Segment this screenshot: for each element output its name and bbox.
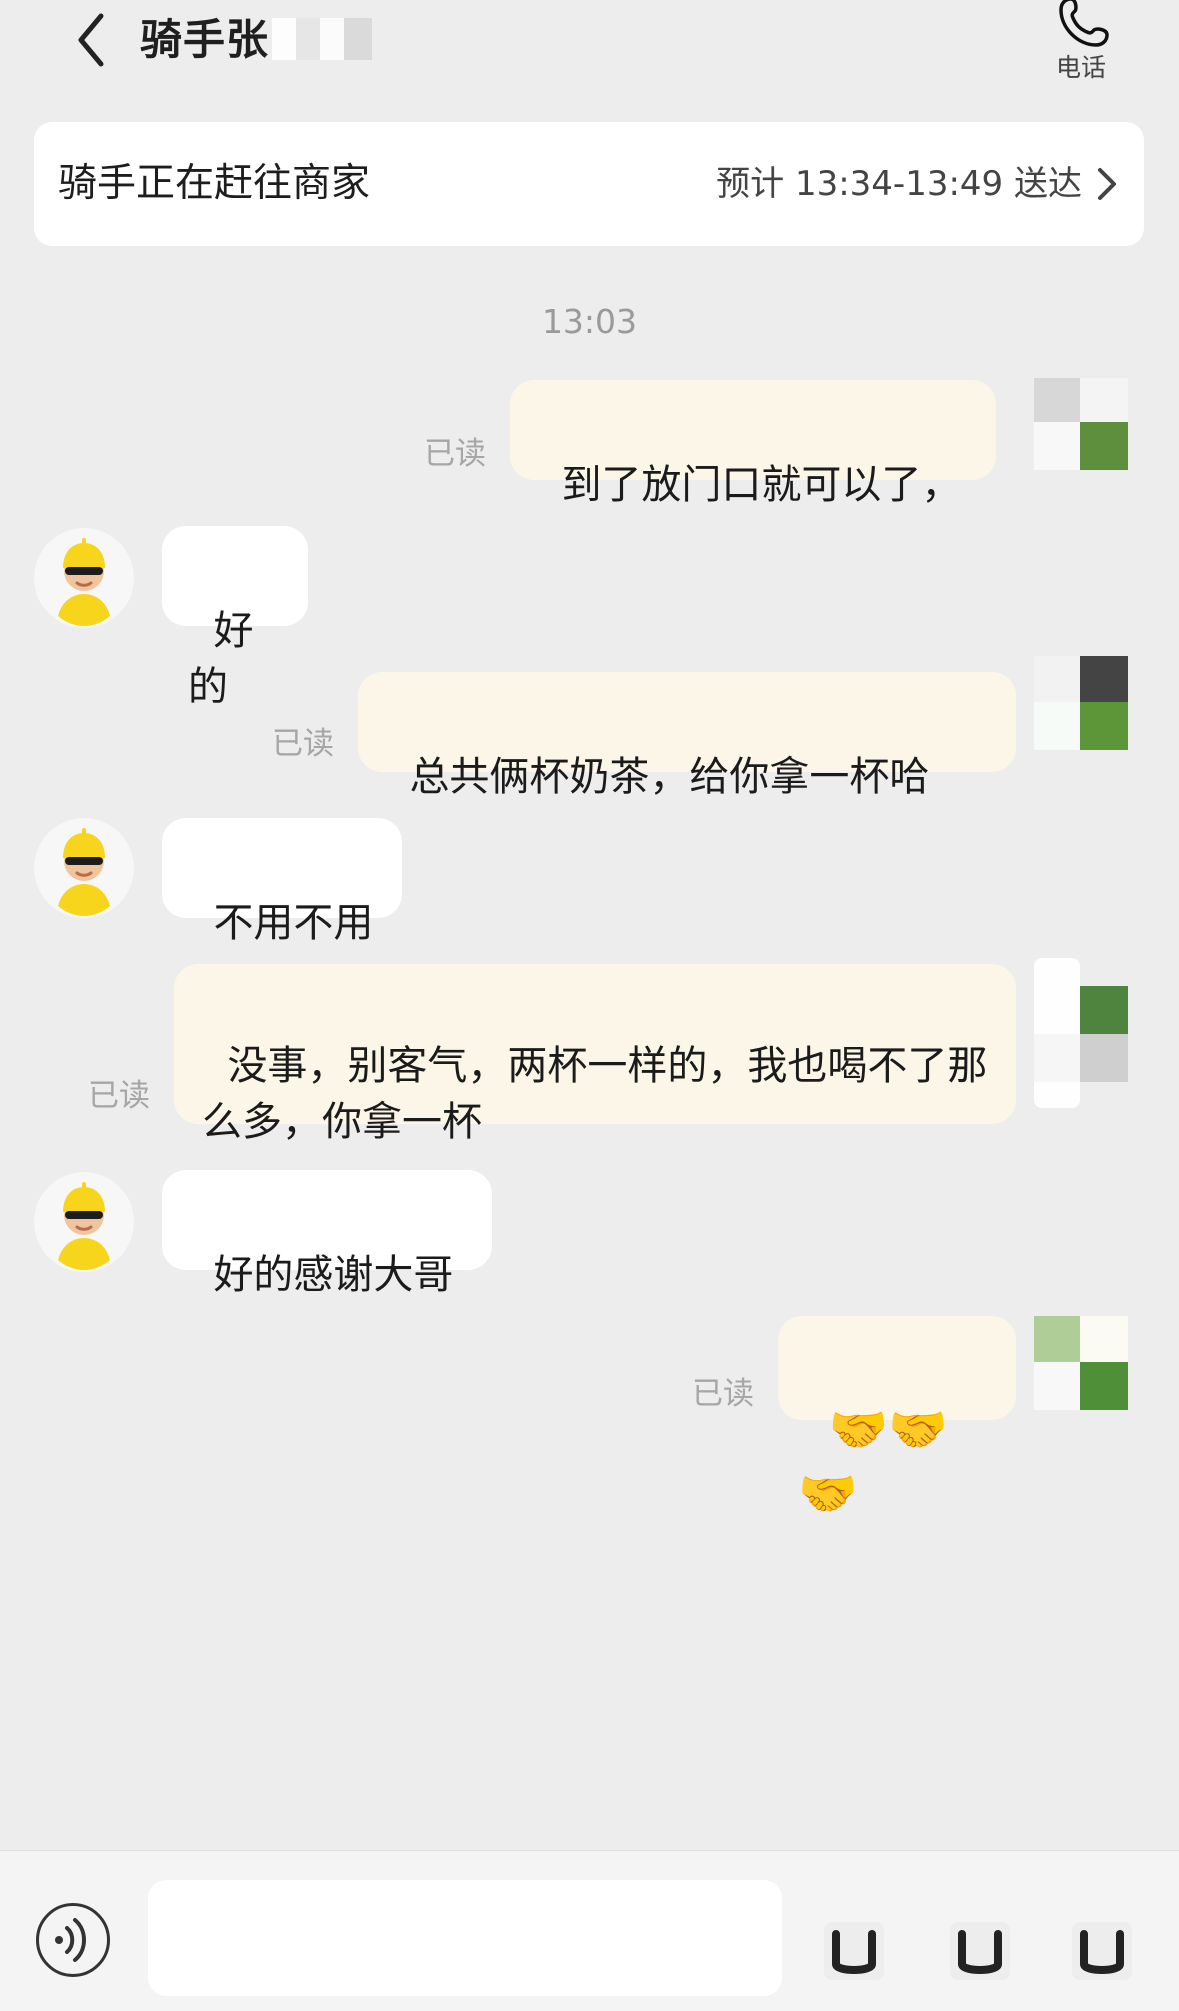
- message-text: 不用不用: [213, 900, 374, 946]
- delivery-status-card[interactable]: 骑手正在赶往商家 预计 13:34-13:49 送达: [34, 122, 1144, 246]
- delivery-status-text: 骑手正在赶往商家: [58, 161, 371, 206]
- message-text: 总共俩杯奶茶，给你拿一杯哈: [409, 754, 930, 800]
- outgoing-message-bubble: 到了放门口就可以了，: [510, 380, 996, 508]
- rider-avatar: [34, 1172, 134, 1272]
- user-avatar-mosaic: [1034, 378, 1128, 470]
- rider-avatar-icon: [34, 1172, 134, 1272]
- rider-avatar: [34, 528, 134, 628]
- read-status-label: 已读: [272, 726, 334, 762]
- message-text: 好的感谢大哥: [213, 1252, 454, 1298]
- delivery-eta-text: 预计 13:34-13:49 送达: [716, 164, 1082, 204]
- back-button[interactable]: [62, 4, 120, 76]
- phone-label: 电话: [1056, 53, 1107, 82]
- rider-name-title: 骑手张: [140, 15, 270, 64]
- message-text: 🤝🤝🤝: [798, 1402, 949, 1522]
- rider-avatar-icon: [34, 818, 134, 918]
- image-button[interactable]: [948, 1916, 1012, 1986]
- message-text: 到了放门口就可以了，: [561, 462, 962, 508]
- message-text: 好的: [188, 608, 254, 710]
- message-text: 没事，别客气，两杯一样的，我也喝不了那么多，你拿一杯: [202, 1043, 988, 1145]
- incoming-message-bubble: 好的感谢大哥: [162, 1170, 492, 1298]
- voice-icon: [55, 1918, 86, 1962]
- outgoing-message-bubble: 没事，别客气，两杯一样的，我也喝不了那么多，你拿一杯: [174, 964, 1016, 1145]
- phone-icon: [1059, 0, 1109, 47]
- rider-avatar: [34, 818, 134, 918]
- message-input[interactable]: [148, 1880, 782, 1996]
- back-arrow-icon: [78, 13, 104, 67]
- outgoing-emoji-bubble: 🤝🤝🤝: [778, 1316, 1016, 1522]
- emoji-icon: [824, 1922, 884, 1980]
- voice-input-button[interactable]: [36, 1903, 110, 1977]
- image-icon: [950, 1922, 1010, 1980]
- chevron-right-icon: [1098, 168, 1116, 200]
- read-status-label: 已读: [692, 1376, 754, 1412]
- rider-avatar-icon: [34, 528, 134, 628]
- phone-button[interactable]: 电话: [1042, 0, 1132, 100]
- incoming-message-bubble: 好的: [162, 526, 308, 710]
- top-navigation-bar: 骑手张 电话: [0, 0, 1179, 118]
- user-avatar-mosaic: [1034, 656, 1128, 750]
- more-icon: [1072, 1922, 1132, 1980]
- outgoing-message-bubble: 总共俩杯奶茶，给你拿一杯哈: [358, 672, 1016, 800]
- user-avatar-mosaic: [1034, 986, 1128, 1082]
- incoming-message-bubble: 不用不用: [162, 818, 402, 946]
- read-status-label: 已读: [424, 436, 486, 472]
- more-button[interactable]: [1070, 1916, 1134, 1986]
- name-redaction-mosaic: [272, 18, 372, 60]
- message-timestamp: 13:03: [541, 302, 638, 341]
- read-status-label: 已读: [88, 1078, 150, 1114]
- emoji-button[interactable]: [822, 1916, 886, 1986]
- user-avatar-mosaic: [1034, 1316, 1128, 1410]
